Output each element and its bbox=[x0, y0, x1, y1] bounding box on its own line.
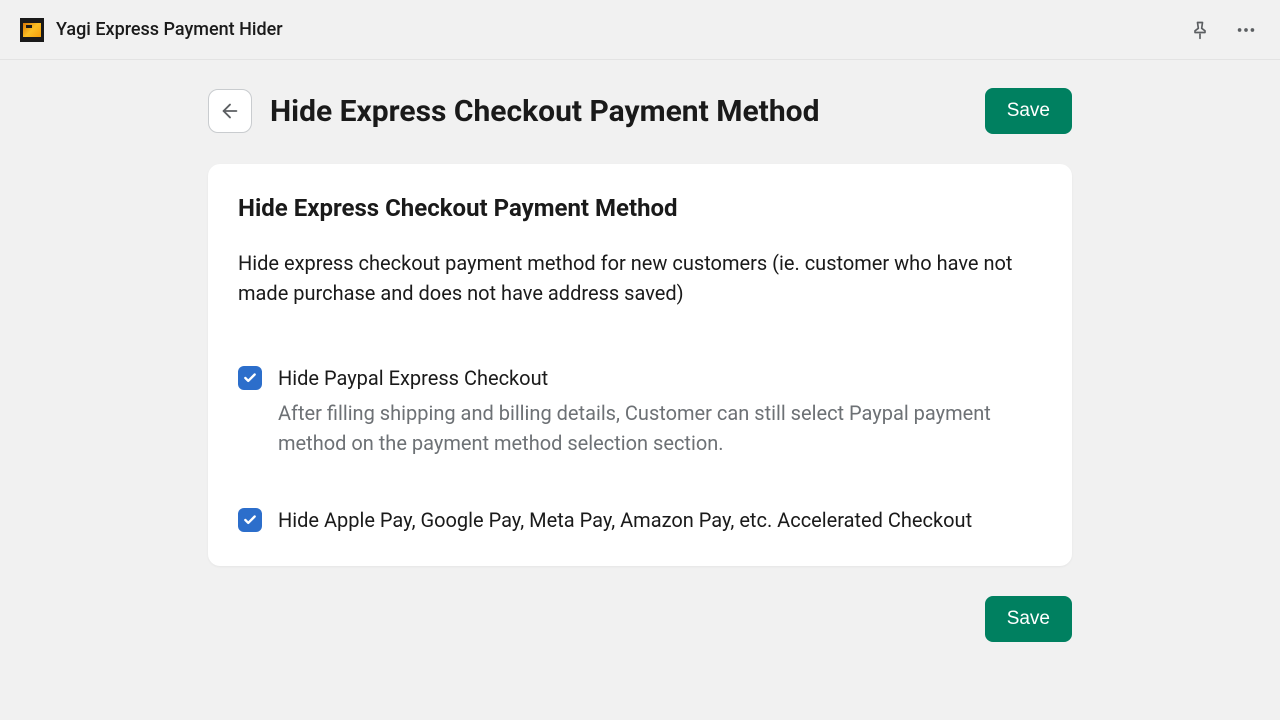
option-accelerated: Hide Apple Pay, Google Pay, Meta Pay, Am… bbox=[238, 506, 1042, 534]
page-header: Hide Express Checkout Payment Method Sav… bbox=[208, 88, 1072, 134]
topbar: Yagi Express Payment Hider bbox=[0, 0, 1280, 60]
checkbox-paypal[interactable] bbox=[238, 366, 262, 390]
arrow-left-icon bbox=[219, 100, 241, 122]
pin-icon bbox=[1190, 20, 1210, 40]
check-icon bbox=[243, 513, 257, 527]
app-icon bbox=[20, 18, 44, 42]
pin-button[interactable] bbox=[1186, 16, 1214, 44]
content: Hide Express Checkout Payment Method Sav… bbox=[208, 60, 1072, 642]
topbar-left: Yagi Express Payment Hider bbox=[20, 18, 283, 42]
card-description: Hide express checkout payment method for… bbox=[238, 248, 1042, 308]
footer: Save bbox=[208, 596, 1072, 642]
option-body: Hide Apple Pay, Google Pay, Meta Pay, Am… bbox=[278, 506, 1042, 534]
app-title: Yagi Express Payment Hider bbox=[56, 19, 283, 40]
option-paypal: Hide Paypal Express Checkout After filli… bbox=[238, 364, 1042, 458]
checkbox-accelerated[interactable] bbox=[238, 508, 262, 532]
more-button[interactable] bbox=[1232, 16, 1260, 44]
check-icon bbox=[243, 371, 257, 385]
topbar-right bbox=[1186, 16, 1260, 44]
option-body: Hide Paypal Express Checkout After filli… bbox=[278, 364, 1042, 458]
save-button-top[interactable]: Save bbox=[985, 88, 1072, 134]
back-button[interactable] bbox=[208, 89, 252, 133]
save-button-bottom[interactable]: Save bbox=[985, 596, 1072, 642]
page-title: Hide Express Checkout Payment Method bbox=[270, 94, 967, 129]
option-label: Hide Paypal Express Checkout bbox=[278, 364, 1042, 392]
option-label: Hide Apple Pay, Google Pay, Meta Pay, Am… bbox=[278, 506, 1042, 534]
option-help: After filling shipping and billing detai… bbox=[278, 398, 1042, 458]
more-horizontal-icon bbox=[1235, 19, 1257, 41]
settings-card: Hide Express Checkout Payment Method Hid… bbox=[208, 164, 1072, 566]
card-title: Hide Express Checkout Payment Method bbox=[238, 194, 1042, 222]
